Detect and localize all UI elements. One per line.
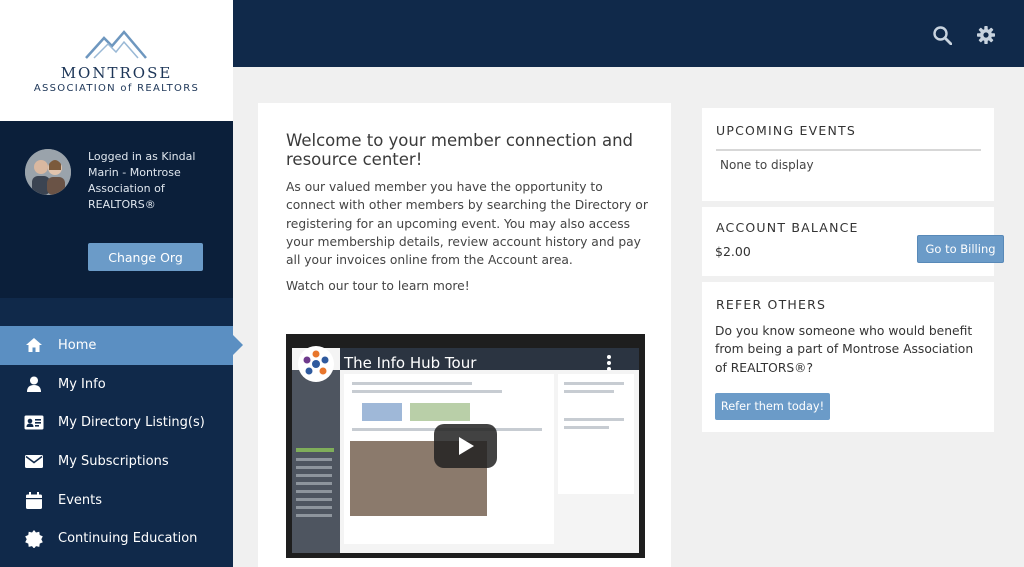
sidebar-item-subscriptions[interactable]: My Subscriptions (0, 442, 233, 481)
refer-button[interactable]: Refer them today! (715, 393, 830, 420)
sidebar-nav: Home My Info My Directory Listing(s) My … (0, 326, 243, 558)
no-events-text: None to display (720, 158, 814, 172)
upcoming-events-heading: UPCOMING EVENTS (716, 123, 857, 138)
user-panel: Logged in as Kindal Marin - Montrose Ass… (0, 121, 233, 298)
top-bar (233, 0, 1024, 67)
upcoming-events-card: UPCOMING EVENTS None to display (702, 108, 994, 201)
welcome-paragraph: As our valued member you have the opport… (286, 180, 648, 268)
brand-name: MONTROSE (60, 64, 173, 82)
sidebar-item-home[interactable]: Home (0, 326, 243, 365)
refer-question: Do you know someone who would benefit fr… (715, 324, 974, 375)
change-org-button[interactable]: Change Org (88, 243, 203, 271)
divider (716, 149, 981, 151)
account-balance-card: ACCOUNT BALANCE $2.00 Go to Billing (702, 207, 1004, 276)
sidebar-item-label: My Info (58, 376, 106, 392)
more-options-icon[interactable] (606, 354, 612, 376)
badge-icon (24, 529, 44, 549)
search-icon[interactable] (933, 26, 953, 49)
sidebar-item-directory[interactable]: My Directory Listing(s) (0, 403, 233, 442)
welcome-card: Welcome to your member connection and re… (258, 103, 671, 567)
balance-amount: $2.00 (715, 244, 751, 259)
sidebar-item-continuing-education[interactable]: Continuing Education (0, 519, 233, 558)
gear-icon[interactable] (977, 26, 995, 48)
refer-others-heading: REFER OTHERS (716, 297, 827, 312)
brand-subtitle: ASSOCIATION of REALTORS (33, 83, 200, 94)
sidebar-item-label: Continuing Education (58, 531, 198, 547)
go-to-billing-button[interactable]: Go to Billing (917, 235, 1004, 263)
channel-logo-icon (298, 346, 334, 382)
envelope-icon (24, 451, 44, 471)
logo[interactable]: MONTROSE ASSOCIATION of REALTORS (0, 0, 233, 121)
account-balance-heading: ACCOUNT BALANCE (716, 220, 859, 235)
video-title: The Info Hub Tour (344, 354, 477, 372)
sidebar-item-label: Events (58, 492, 103, 508)
refer-others-card: REFER OTHERS Do you know someone who wou… (702, 282, 994, 432)
sidebar: MONTROSE ASSOCIATION of REALTORS Logged … (0, 0, 243, 567)
sidebar-item-label: My Directory Listing(s) (58, 415, 205, 431)
avatar (25, 149, 71, 195)
sidebar-item-my-info[interactable]: My Info (0, 365, 233, 404)
mountain-logo-icon (85, 30, 147, 59)
home-icon (24, 335, 44, 355)
id-card-icon (24, 413, 44, 433)
sidebar-item-label: My Subscriptions (58, 453, 169, 469)
user-icon (24, 374, 44, 394)
sidebar-item-events[interactable]: Events (0, 481, 233, 520)
play-button[interactable] (434, 424, 497, 468)
welcome-title: Welcome to your member connection and re… (286, 131, 634, 169)
logged-in-text: Logged in as Kindal Marin - Montrose Ass… (88, 150, 196, 211)
tour-text: Watch our tour to learn more! (286, 279, 470, 293)
video-player[interactable]: The Info Hub Tour (286, 334, 645, 558)
sidebar-item-label: Home (58, 337, 97, 353)
calendar-icon (24, 490, 44, 510)
